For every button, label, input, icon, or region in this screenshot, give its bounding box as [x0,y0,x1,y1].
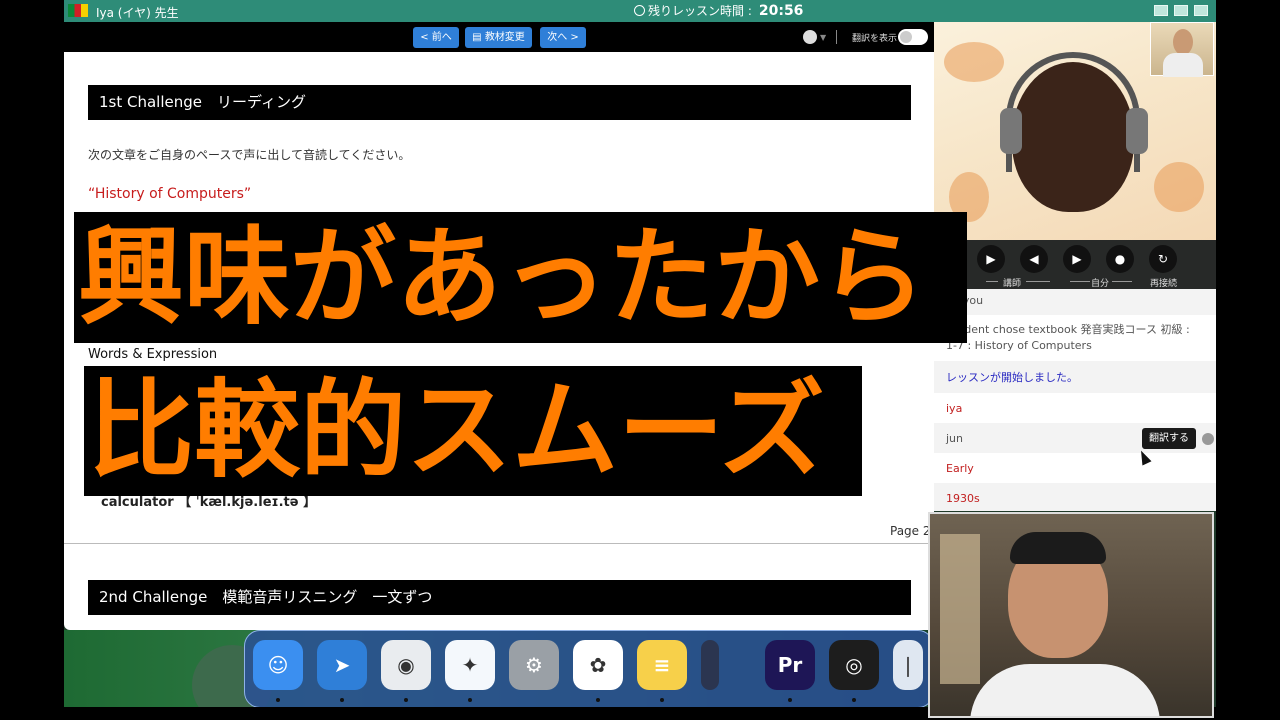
student-body [970,664,1160,716]
teacher-label: 講師 [1003,279,1022,289]
divider [986,281,998,282]
headset [1006,52,1140,172]
chat-message: Early [946,462,974,475]
running-indicator [596,698,600,702]
chat-log[interactable]: nk you Student chose textbook 発音実践コース 初級… [934,289,1216,511]
spark-icon[interactable]: ➤ [317,640,367,690]
running-indicator [404,698,408,702]
globe-icon[interactable] [1202,433,1214,445]
running-indicator [276,698,280,702]
reconnect-label: 再接続 [1150,279,1178,289]
divider [1070,281,1090,282]
running-indicator [468,698,472,702]
layout-single-icon[interactable] [1154,5,1168,16]
layout-grid-icon[interactable] [1194,5,1208,16]
story-title: “History of Computers” [88,186,252,202]
lesson-timer: 残りレッスン時間 : 20:56 [634,2,803,19]
running-indicator [340,698,344,702]
teacher-name: Iya (イヤ) 先生 [96,6,179,20]
safari-icon[interactable]: ✦ [445,640,495,690]
headset-cup [1000,108,1022,154]
self-mic-button[interactable]: ● [1106,245,1134,273]
wallpaper-pattern [944,42,1004,82]
prev-button[interactable]: < 前へ [413,27,459,48]
book-icon: ▤ [472,32,485,43]
student-webcam-video [928,512,1214,718]
divider [1026,281,1050,282]
title-bar: Iya (イヤ) 先生 残りレッスン時間 : 20:56 [64,0,1216,22]
headset-cup [1126,108,1148,154]
chevron-down-icon[interactable]: ▼ [820,33,826,42]
running-indicator [788,698,792,702]
self-label: 自分 [1091,279,1110,289]
photos-icon[interactable]: ✿ [573,640,623,690]
translate-toggle[interactable] [898,29,928,45]
translate-toggle-label: 翻訳を表示 [852,34,898,44]
self-preview-video [1150,22,1214,77]
teacher-volume-button[interactable]: ◀ [1020,245,1048,273]
words-expression-heading: Words & Expression [88,347,218,362]
student-hair [1010,532,1106,564]
timer-value: 20:56 [758,2,804,19]
chat-message: レッスンが開始しました。 [934,361,1216,393]
finder-icon[interactable]: ☺ [253,640,303,690]
globe-icon[interactable] [803,30,817,44]
clock-icon [634,5,645,16]
translate-tooltip[interactable]: 翻訳する [1142,428,1196,449]
onepassword-icon[interactable]: ❘ [893,640,923,690]
running-indicator [660,698,664,702]
premiere-icon-text: Pr [777,653,803,677]
reconnect-button[interactable]: ↻ [1149,245,1177,273]
premiere-icon[interactable]: Pr [765,640,815,690]
call-controls: ▶ ◀ ▶ ● ↻ 講師 自分 再接続 [934,240,1216,289]
self-camera-button[interactable]: ▶ [1063,245,1091,273]
wallpaper-pattern [1154,162,1204,212]
self-body [1163,53,1203,77]
meter-icon[interactable] [701,640,719,690]
cameroon-flag-icon [68,4,88,17]
stage: Iya (イヤ) 先生 残りレッスン時間 : 20:56 < 前へ ▤ 教材変更… [0,0,1280,720]
layout-split-icon[interactable] [1174,5,1188,16]
self-face [1173,29,1193,55]
page-divider [64,543,934,544]
reading-instruction: 次の文章をご自身のペースで声に出して音読してください。 [88,148,411,162]
chat-message: 1930s [934,483,1216,511]
divider [836,30,837,44]
teacher-camera-button[interactable]: ▶ [977,245,1005,273]
chat-message: iya [946,402,963,415]
section-2-heading: 2nd Challenge 模範音声リスニング 一文ずつ [88,580,911,615]
caption-line-2: 比較的スムーズ [84,366,862,496]
layout-buttons [1154,5,1208,16]
chrome-icon[interactable]: ◉ [381,640,431,690]
change-material-label: 教材変更 [484,32,525,43]
notes-icon[interactable]: ≡ [637,640,687,690]
chat-message: nk you [934,289,1216,315]
section-1-heading: 1st Challenge リーディング [88,85,911,120]
next-button[interactable]: 次へ > [540,27,586,48]
background-door [940,534,980,684]
page-number: Page 2 [890,524,931,538]
dock: ☺ ➤ ◉ ✦ ⚙ ✿ ≡ Pr ◎ ❘ [244,630,934,707]
caption-line-1: 興味があったから [74,212,967,343]
obs-icon[interactable]: ◎ [829,640,879,690]
textbook-toolbar: < 前へ ▤ 教材変更 次へ > ▼ 翻訳を表示 [64,22,934,52]
divider [1112,281,1132,282]
chat-message: Student chose textbook 発音実践コース 初級 : 1-7 … [946,323,1190,352]
running-indicator [852,698,856,702]
settings-icon[interactable]: ⚙ [509,640,559,690]
timer-label: 残りレッスン時間 : [648,4,752,18]
change-material-button[interactable]: ▤ 教材変更 [465,27,532,48]
